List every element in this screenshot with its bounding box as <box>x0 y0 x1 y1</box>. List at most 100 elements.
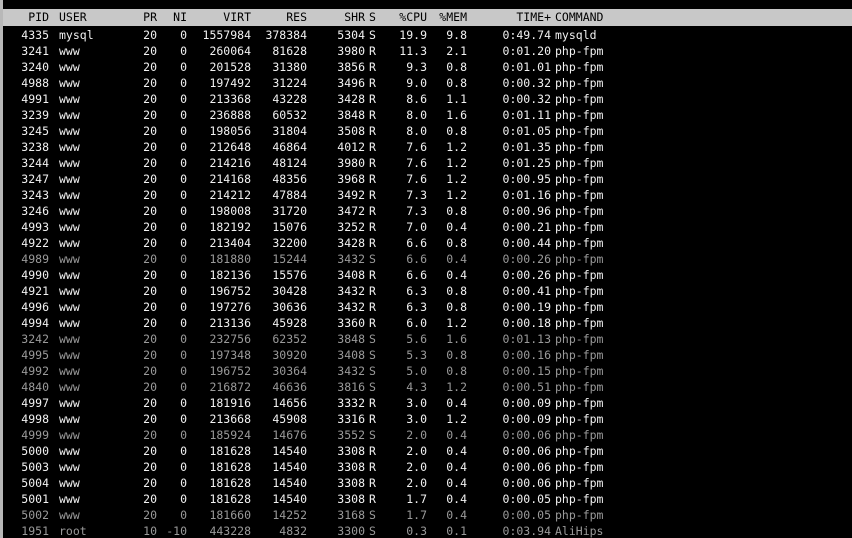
table-row[interactable]: 4990 www 20 0 182136 15576 3408 R 6.6 0.4 0:00.26 p… <box>3 267 852 283</box>
mem-cell: 0.8 <box>446 60 467 74</box>
cpu-cell: 5.0 <box>406 364 427 378</box>
table-row[interactable]: 4335 mysql 20 0 1557984 378384 5304 S 19.9 9.8 0:4… <box>3 27 852 43</box>
state-cell: S <box>369 332 376 346</box>
shr-cell: 3316 <box>337 412 365 426</box>
user-cell: www <box>59 204 80 218</box>
command-cell: php-fpm <box>555 300 604 314</box>
user-cell: www <box>59 348 80 362</box>
state-cell: R <box>369 284 376 298</box>
cpu-cell: 1.7 <box>406 508 427 522</box>
table-row[interactable]: 4921 www 20 0 196752 30428 3432 R 6.3 0.8 0:00.41 p… <box>3 283 852 299</box>
table-row[interactable]: 4998 www 20 0 213668 45908 3316 R 3.0 1.2 0:00.09 p… <box>3 411 852 427</box>
table-row[interactable]: 5002 www 20 0 181660 14252 3168 S 1.7 0.4 0:00.05 p… <box>3 507 852 523</box>
table-row[interactable]: 4999 www 20 0 185924 14676 3552 S 2.0 0.4 0:00.06 p… <box>3 427 852 443</box>
user-cell: www <box>59 188 80 202</box>
nice-cell: 0 <box>180 332 187 346</box>
shr-cell: 3168 <box>337 508 365 522</box>
table-row[interactable]: 4988 www 20 0 197492 31224 3496 R 9.0 0.8 0:00.32 p… <box>3 75 852 91</box>
table-row[interactable]: 3240 www 20 0 201528 31380 3856 R 9.3 0.8 0:01.01 p… <box>3 59 852 75</box>
state-cell: R <box>369 108 376 122</box>
header-mem[interactable]: %MEM <box>431 9 467 26</box>
terminal-window[interactable]: PID USER PR NI VIRT RES SHR S %CPU %MEM … <box>0 0 852 538</box>
state-cell: R <box>369 300 376 314</box>
table-row[interactable]: 3243 www 20 0 214212 47884 3492 R 7.3 1.2 0:01.16 p… <box>3 187 852 203</box>
header-shr[interactable]: SHR <box>321 9 365 26</box>
nice-cell: 0 <box>180 476 187 490</box>
table-row[interactable]: 4994 www 20 0 213136 45928 3360 R 6.0 1.2 0:00.18 p… <box>3 315 852 331</box>
mem-cell: 1.2 <box>446 188 467 202</box>
shr-cell: 3968 <box>337 172 365 186</box>
table-row[interactable]: 5000 www 20 0 181628 14540 3308 R 2.0 0.4 0:00.06 p… <box>3 443 852 459</box>
pid-cell: 4999 <box>21 428 49 442</box>
res-cell: 48356 <box>272 172 307 186</box>
table-row[interactable]: 4992 www 20 0 196752 30364 3432 S 5.0 0.8 0:00.15 p… <box>3 363 852 379</box>
pid-cell: 3241 <box>21 44 49 58</box>
nice-cell: 0 <box>180 412 187 426</box>
table-row[interactable]: 3241 www 20 0 260064 81628 3980 R 11.3 2.1 0:01.20… <box>3 43 852 59</box>
table-row[interactable]: 4991 www 20 0 213368 43228 3428 R 8.6 1.1 0:00.32 p… <box>3 91 852 107</box>
priority-cell: 20 <box>143 492 157 506</box>
res-cell: 31224 <box>272 76 307 90</box>
table-row[interactable]: 4996 www 20 0 197276 30636 3432 R 6.3 0.8 0:00.19 p… <box>3 299 852 315</box>
virt-cell: 182192 <box>209 220 251 234</box>
table-row[interactable]: 3245 www 20 0 198056 31804 3508 R 8.0 0.8 0:01.05 p… <box>3 123 852 139</box>
header-cpu[interactable]: %CPU <box>387 9 427 26</box>
header-user[interactable]: USER <box>59 9 119 26</box>
user-cell: www <box>59 140 80 154</box>
table-row[interactable]: 5003 www 20 0 181628 14540 3308 R 2.0 0.4 0:00.06 p… <box>3 459 852 475</box>
pid-cell: 4995 <box>21 348 49 362</box>
pid-cell: 4989 <box>21 252 49 266</box>
nice-cell: 0 <box>180 268 187 282</box>
state-cell: R <box>369 92 376 106</box>
res-cell: 14540 <box>272 492 307 506</box>
table-row[interactable]: 4993 www 20 0 182192 15076 3252 R 7.0 0.4 0:00.21 p… <box>3 219 852 235</box>
table-row[interactable]: 4997 www 20 0 181916 14656 3332 R 3.0 0.4 0:00.09 p… <box>3 395 852 411</box>
shr-cell: 3496 <box>337 76 365 90</box>
nice-cell: 0 <box>180 76 187 90</box>
priority-cell: 20 <box>143 508 157 522</box>
command-cell: php-fpm <box>555 492 604 506</box>
time-cell: 0:00.32 <box>502 76 551 90</box>
user-cell: www <box>59 44 80 58</box>
time-cell: 0:01.16 <box>502 188 551 202</box>
table-row[interactable]: 1951 root 10 -10 443228 4832 3300 S 0.3 0.1 0:03.9… <box>3 523 852 538</box>
shr-cell: 3432 <box>337 364 365 378</box>
header-state[interactable]: S <box>369 9 381 26</box>
state-cell: R <box>369 140 376 154</box>
table-row[interactable]: 5004 www 20 0 181628 14540 3308 R 2.0 0.4 0:00.06 p… <box>3 475 852 491</box>
table-row[interactable]: 3242 www 20 0 232756 62352 3848 S 5.6 1.6 0:01.13 p… <box>3 331 852 347</box>
table-row[interactable]: 3238 www 20 0 212648 46864 4012 R 7.6 1.2 0:01.35 p… <box>3 139 852 155</box>
table-row[interactable]: 3247 www 20 0 214168 48356 3968 R 7.6 1.2 0:00.95 p… <box>3 171 852 187</box>
header-pid[interactable]: PID <box>13 9 49 26</box>
table-row[interactable]: 4989 www 20 0 181880 15244 3432 S 6.6 0.4 0:00.26 p… <box>3 251 852 267</box>
table-row[interactable]: 3239 www 20 0 236888 60532 3848 R 8.0 1.6 0:01.11 p… <box>3 107 852 123</box>
header-time[interactable]: TIME+ <box>479 9 551 26</box>
cpu-cell: 2.0 <box>406 476 427 490</box>
header-command[interactable]: COMMAND <box>555 9 675 26</box>
cpu-cell: 7.3 <box>406 188 427 202</box>
header-pr[interactable]: PR <box>131 9 157 26</box>
table-row[interactable]: 4995 www 20 0 197348 30920 3408 S 5.3 0.8 0:00.16 p… <box>3 347 852 363</box>
table-row[interactable]: 4840 www 20 0 216872 46636 3816 S 4.3 1.2 0:00.51 p… <box>3 379 852 395</box>
time-cell: 0:00.06 <box>502 428 551 442</box>
shr-cell: 5304 <box>337 28 365 42</box>
header-res[interactable]: RES <box>253 9 307 26</box>
virt-cell: 181628 <box>209 460 251 474</box>
user-cell: www <box>59 76 80 90</box>
table-row[interactable]: 3244 www 20 0 214216 48124 3980 R 7.6 1.2 0:01.25 p… <box>3 155 852 171</box>
mem-cell: 0.1 <box>446 524 467 538</box>
command-cell: php-fpm <box>555 476 604 490</box>
shr-cell: 3848 <box>337 108 365 122</box>
priority-cell: 20 <box>143 124 157 138</box>
user-cell: www <box>59 252 80 266</box>
header-virt[interactable]: VIRT <box>193 9 251 26</box>
table-row[interactable]: 3246 www 20 0 198008 31720 3472 R 7.3 0.8 0:00.96 p… <box>3 203 852 219</box>
mem-cell: 0.4 <box>446 508 467 522</box>
header-ni[interactable]: NI <box>159 9 187 26</box>
mem-cell: 1.2 <box>446 316 467 330</box>
table-row[interactable]: 5001 www 20 0 181628 14540 3308 R 1.7 0.4 0:00.05 p… <box>3 491 852 507</box>
nice-cell: 0 <box>180 364 187 378</box>
table-row[interactable]: 4922 www 20 0 213404 32200 3428 R 6.6 0.8 0:00.44 p… <box>3 235 852 251</box>
shr-cell: 3552 <box>337 428 365 442</box>
virt-cell: 214216 <box>209 156 251 170</box>
